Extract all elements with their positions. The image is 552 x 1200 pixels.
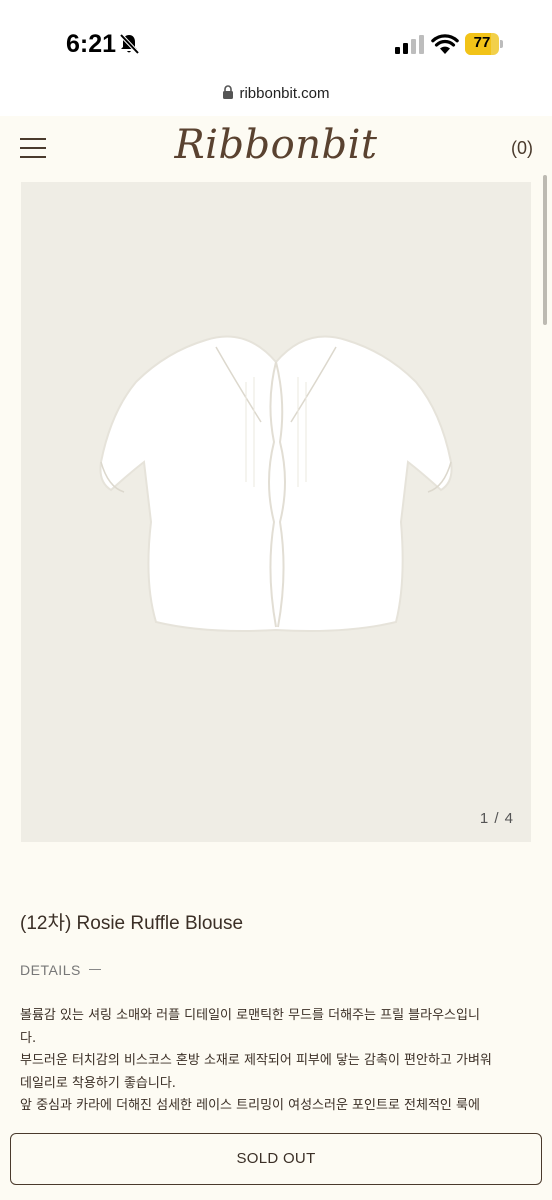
product-title: (12차) Rosie Ruffle Blouse bbox=[20, 913, 244, 934]
site-logo[interactable]: Ribbonbit bbox=[0, 122, 552, 168]
bottom-action-bar: SOLD OUT bbox=[0, 1118, 552, 1200]
wifi-icon bbox=[431, 34, 459, 54]
description-line: 부드러운 터치감의 비스코스 혼방 소재로 제작되어 피부에 닿는 감촉이 편안… bbox=[20, 1053, 492, 1068]
status-bar: 6:21 77 bbox=[0, 0, 552, 80]
page-scrollbar[interactable] bbox=[543, 175, 547, 325]
product-description: 볼륨감 있는 셔링 소매와 러플 디테일이 로맨틱한 무드를 더해주는 프릴 블… bbox=[20, 1005, 530, 1115]
battery-icon: 77 bbox=[465, 33, 503, 55]
status-time: 6:21 bbox=[66, 30, 117, 58]
bell-slash-icon bbox=[119, 33, 140, 55]
details-toggle[interactable]: DETAILS bbox=[20, 962, 101, 978]
description-line: 다. bbox=[20, 1030, 37, 1046]
browser-url-bar[interactable]: ribbonbit.com bbox=[0, 80, 552, 116]
details-label: DETAILS bbox=[20, 962, 81, 978]
description-line: 볼륨감 있는 셔링 소매와 러플 디테일이 로맨틱한 무드를 더해주는 프릴 블… bbox=[20, 1008, 480, 1023]
cart-button[interactable]: (0) bbox=[511, 138, 533, 159]
description-line: 데일리로 착용하기 좋습니다. bbox=[20, 1075, 176, 1091]
product-image[interactable]: 1 / 4 bbox=[21, 182, 531, 842]
battery-level: 77 bbox=[473, 34, 491, 51]
image-counter: 1 / 4 bbox=[479, 810, 514, 827]
lock-icon bbox=[223, 85, 234, 99]
description-line: 앞 중심과 카라에 더해진 섬세한 레이스 트리밍이 여성스러운 포인트로 전체… bbox=[20, 1098, 480, 1113]
url-text: ribbonbit.com bbox=[239, 85, 330, 102]
signal-icon bbox=[395, 35, 424, 54]
blouse-photo bbox=[99, 335, 453, 632]
collapse-dash-icon bbox=[88, 969, 101, 970]
sold-out-button[interactable]: SOLD OUT bbox=[10, 1133, 542, 1185]
site-header: Ribbonbit (0) bbox=[0, 116, 552, 182]
